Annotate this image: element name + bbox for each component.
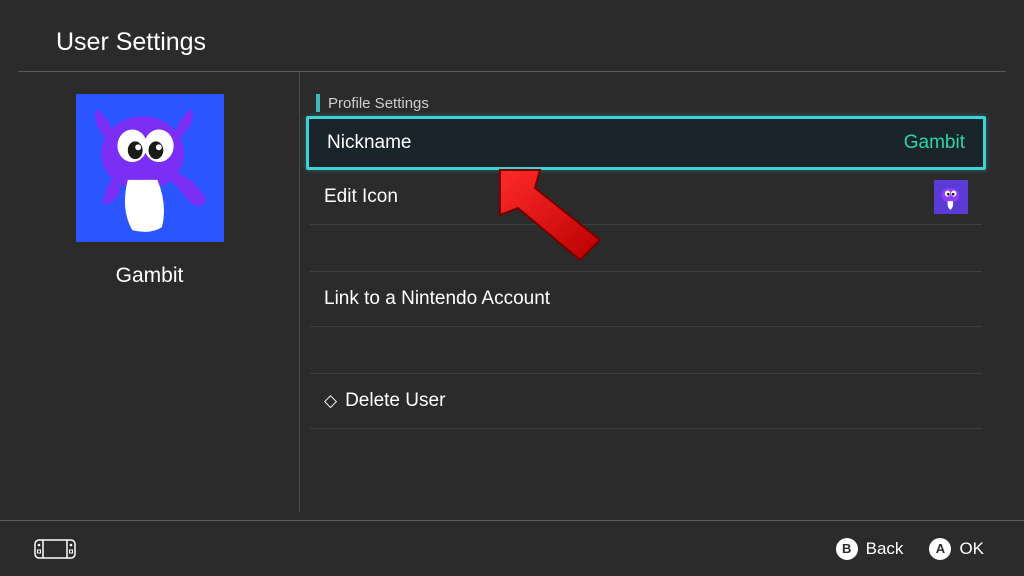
- a-button-icon: A: [929, 538, 951, 560]
- b-button-icon: B: [836, 538, 858, 560]
- edit-icon-label: Edit Icon: [324, 186, 398, 208]
- section-accent-bar: [316, 94, 320, 112]
- delete-user-label: Delete User: [345, 390, 445, 412]
- user-panel: Gambit: [0, 72, 300, 512]
- content-area: Gambit Profile Settings Nickname Gambit …: [0, 72, 1024, 512]
- squid-thumbnail-icon: [934, 180, 968, 214]
- page-title: User Settings: [56, 28, 1024, 57]
- row-spacer: [306, 327, 986, 373]
- footer-bar: B Back A OK: [0, 520, 1024, 576]
- ok-button[interactable]: A OK: [929, 538, 984, 560]
- page-header: User Settings: [0, 0, 1024, 71]
- nickname-value: Gambit: [904, 132, 965, 154]
- ok-label: OK: [959, 539, 984, 559]
- edit-icon-row[interactable]: Edit Icon: [306, 170, 986, 224]
- link-account-row[interactable]: Link to a Nintendo Account: [306, 272, 986, 326]
- footer-left: [34, 539, 76, 559]
- squid-avatar-icon: [76, 94, 224, 242]
- delete-user-row[interactable]: ◇ Delete User: [306, 374, 986, 428]
- diamond-icon: ◇: [324, 391, 337, 411]
- settings-panel: Profile Settings Nickname Gambit Edit Ic…: [300, 72, 1024, 512]
- edit-icon-thumbnail: [934, 180, 968, 214]
- nickname-row[interactable]: Nickname Gambit: [306, 116, 986, 170]
- row-divider: [310, 428, 982, 429]
- section-header: Profile Settings: [316, 94, 986, 112]
- back-label: Back: [866, 539, 904, 559]
- user-avatar[interactable]: [76, 94, 224, 242]
- section-title: Profile Settings: [328, 95, 429, 112]
- row-spacer: [306, 225, 986, 271]
- username-label: Gambit: [116, 264, 184, 288]
- back-button[interactable]: B Back: [836, 538, 904, 560]
- link-account-label: Link to a Nintendo Account: [324, 288, 550, 310]
- controller-icon[interactable]: [34, 539, 76, 559]
- footer-right: B Back A OK: [836, 538, 984, 560]
- nickname-label: Nickname: [327, 132, 411, 154]
